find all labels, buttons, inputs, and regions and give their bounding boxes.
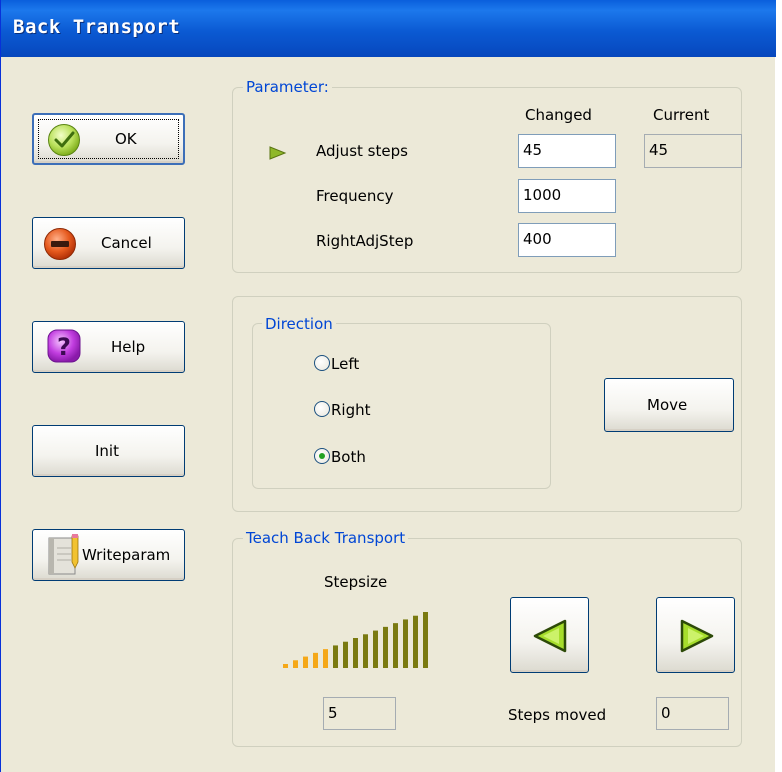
radio-right-label[interactable]: Right [331,401,371,419]
stepsize-bar [323,649,328,668]
notebook-pencil-icon [48,534,79,575]
adjust-steps-changed-input[interactable]: 45 [518,134,616,168]
stepsize-bar [343,641,348,668]
cancel-label: Cancel [101,234,152,252]
direction-group [252,323,551,489]
title-bar[interactable]: Back Transport [1,0,776,57]
stepsize-bar [403,619,408,668]
window-title: Back Transport [13,16,181,38]
arrow-right-icon [680,619,714,653]
init-label: Init [95,442,119,460]
steps-moved-label: Steps moved [508,706,607,724]
rightadjstep-label: RightAdjStep [316,232,414,250]
stepsize-bar [313,652,318,668]
writeparam-label: Writeparam [82,546,171,564]
stepsize-bar [393,623,398,668]
move-button[interactable]: Move [604,378,734,432]
step-left-button[interactable] [510,597,589,673]
frequency-label: Frequency [316,187,394,205]
adjust-steps-label: Adjust steps [316,142,408,160]
move-label: Move [647,396,688,414]
stepsize-bar [303,656,308,668]
stepsize-bar [353,638,358,668]
steps-moved-value: 0 [656,697,729,730]
step-right-button[interactable] [656,597,735,673]
radio-both-label[interactable]: Both [331,448,366,466]
radio-both-selected-dot [319,453,325,459]
minus-circle-icon [44,228,76,260]
radio-both[interactable] [314,448,330,464]
stepsize-bar [283,664,288,668]
help-button[interactable]: ? Help [32,321,185,373]
stepsize-label: Stepsize [324,573,388,591]
direction-group-title: Direction [262,315,336,333]
stepsize-bar [333,645,338,668]
writeparam-button[interactable]: Writeparam [32,529,185,581]
dialog-window: Back Transport OK Cancel ? Help Init Wri… [0,0,776,772]
triangle-right-icon [269,146,287,160]
rightadjstep-changed-input[interactable]: 400 [518,223,616,257]
question-icon: ? [47,329,81,363]
ok-button[interactable]: OK [32,113,185,165]
frequency-changed-input[interactable]: 1000 [518,179,616,213]
stepsize-bar [293,660,298,668]
radio-left-label[interactable]: Left [331,355,359,373]
radio-left[interactable] [314,355,330,371]
stepsize-slider[interactable] [283,612,439,668]
help-label: Help [111,338,146,356]
stepsize-bar [423,612,428,668]
stepsize-bar [383,626,388,668]
cancel-button[interactable]: Cancel [32,217,185,269]
stepsize-value: 5 [323,697,396,730]
changed-column-header: Changed [525,106,592,124]
init-button[interactable]: Init [32,425,185,477]
stepsize-bar [413,615,418,668]
ok-label: OK [115,130,137,148]
check-icon [48,124,80,156]
stepsize-bar [363,634,368,668]
adjust-steps-current-value: 45 [644,134,742,168]
svg-text:?: ? [57,333,71,361]
radio-right[interactable] [314,401,330,417]
stepsize-bar [373,630,378,668]
teach-group-title: Teach Back Transport [243,529,409,547]
arrow-left-icon [533,619,567,653]
current-column-header: Current [653,106,710,124]
parameter-group-title: Parameter: [243,78,332,96]
